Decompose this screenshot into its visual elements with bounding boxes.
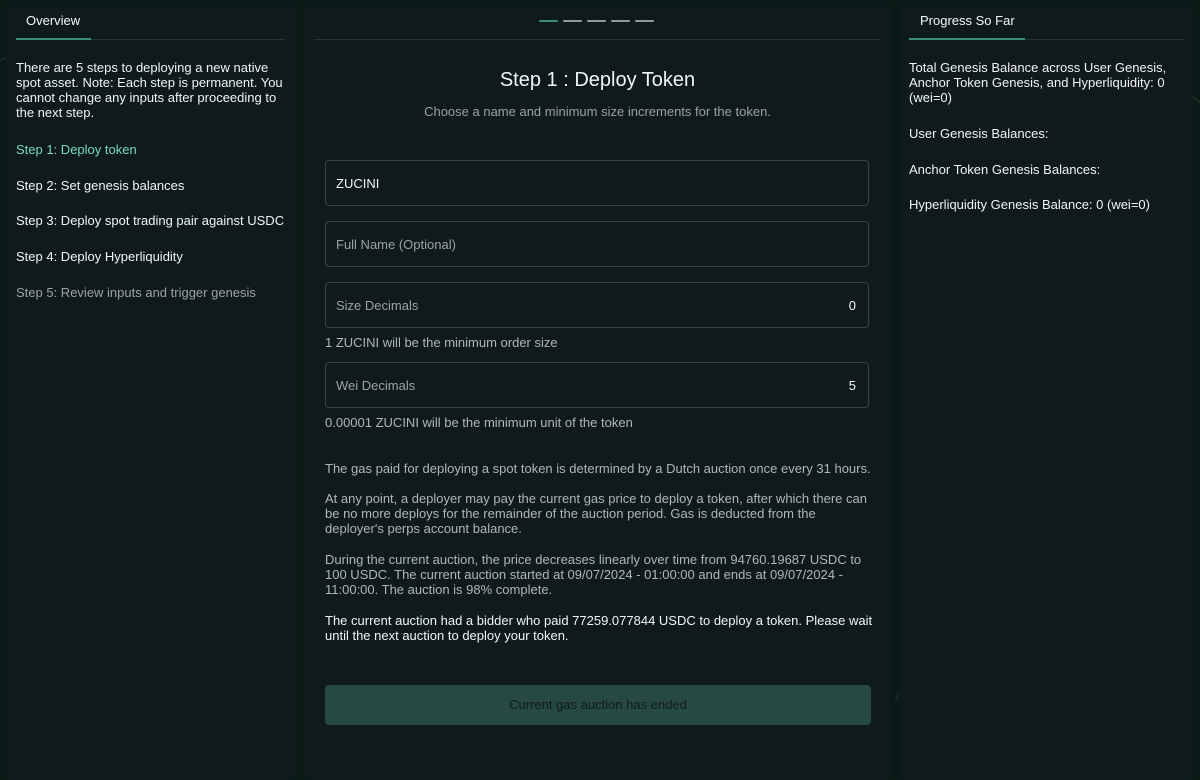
- divider: [314, 39, 881, 40]
- anchor-token-genesis-balances: Anchor Token Genesis Balances:: [909, 162, 1101, 177]
- full-name-field: [325, 221, 869, 267]
- wei-decimals-label: Wei Decimals: [336, 378, 416, 393]
- step-item-2[interactable]: Step 2: Set genesis balances: [16, 178, 184, 194]
- step-item-4[interactable]: Step 4: Deploy Hyperliquidity: [16, 249, 183, 265]
- progress-dot: [563, 20, 582, 22]
- auction-bidder-notice: The current auction had a bidder who pai…: [325, 613, 873, 643]
- deploy-token-button[interactable]: Current gas auction has ended: [325, 685, 871, 725]
- progress-dot: [611, 20, 630, 22]
- token-name-input[interactable]: [326, 161, 868, 205]
- step-panel: Step 1 : Deploy Token Choose a name and …: [304, 5, 891, 780]
- progress-dot: [587, 20, 606, 22]
- progress-dot: [635, 20, 654, 22]
- full-name-input[interactable]: [326, 222, 868, 266]
- auction-info-paragraph: At any point, a deployer may pay the cur…: [325, 491, 867, 536]
- wei-decimals-field[interactable]: Wei Decimals 5: [325, 362, 869, 408]
- auction-status-paragraph: During the current auction, the price de…: [325, 552, 862, 597]
- tab-underline: [909, 38, 1025, 40]
- tab-overview[interactable]: Overview: [26, 5, 80, 37]
- overview-tabbar: Overview: [16, 5, 285, 40]
- wei-decimals-hint: 0.00001 ZUCINI will be the minimum unit …: [325, 415, 633, 430]
- tab-underline: [16, 38, 91, 40]
- tab-progress[interactable]: Progress So Far: [920, 5, 1015, 37]
- user-genesis-balances: User Genesis Balances:: [909, 126, 1049, 141]
- wei-decimals-value[interactable]: 5: [849, 378, 856, 393]
- step-title: Step 1 : Deploy Token: [499, 69, 696, 91]
- overview-panel: Overview There are 5 steps to deploying …: [6, 5, 295, 780]
- token-name-field: [325, 160, 869, 206]
- size-decimals-value[interactable]: 0: [849, 298, 856, 313]
- progress-dot: [539, 20, 558, 22]
- size-decimals-field[interactable]: Size Decimals 0: [325, 282, 869, 328]
- step-item-5[interactable]: Step 5: Review inputs and trigger genesi…: [16, 285, 256, 301]
- progress-panel: Progress So Far Total Genesis Balance ac…: [899, 5, 1193, 780]
- step-item-1[interactable]: Step 1: Deploy token: [16, 142, 137, 158]
- step-item-3[interactable]: Step 3: Deploy spot trading pair against…: [16, 213, 284, 229]
- size-decimals-label: Size Decimals: [336, 298, 419, 313]
- step-subtitle: Choose a name and minimum size increment…: [424, 104, 771, 119]
- hyperliquidity-genesis-balance: Hyperliquidity Genesis Balance: 0 (wei=0…: [909, 197, 1150, 212]
- progress-tabbar: Progress So Far: [909, 5, 1183, 40]
- auction-info-paragraph: The gas paid for deploying a spot token …: [325, 461, 871, 476]
- total-genesis-balance: Total Genesis Balance across User Genesi…: [909, 60, 1167, 105]
- overview-intro: There are 5 steps to deploying a new nat…: [16, 60, 283, 120]
- size-decimals-hint: 1 ZUCINI will be the minimum order size: [325, 335, 558, 350]
